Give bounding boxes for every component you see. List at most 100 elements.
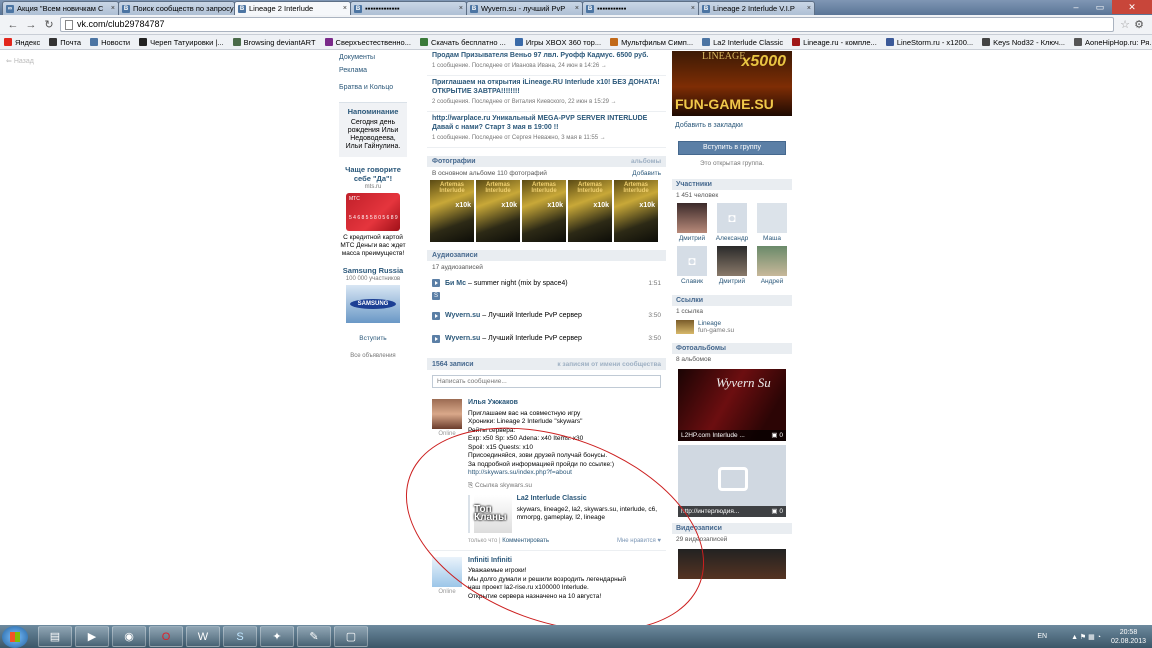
post-time-text[interactable]: только что xyxy=(468,538,497,544)
link-title[interactable]: Lineage xyxy=(698,320,721,327)
ad-title[interactable]: Чаще говорите себе "Да"! xyxy=(339,165,407,183)
comment-link[interactable]: Комментировать xyxy=(502,538,549,544)
forward-arrow-icon[interactable]: → xyxy=(24,18,38,32)
documents-link[interactable]: Документы xyxy=(339,51,407,64)
discussion-topic[interactable]: Продам Призывателя Веньо 97 лвл. Руофф К… xyxy=(427,51,666,76)
post-avatar[interactable]: Online xyxy=(432,556,462,602)
tab-1[interactable]: BПоиск сообществ по запросу× xyxy=(118,1,235,15)
bratva-link[interactable]: Братва и Кольцо xyxy=(339,81,407,94)
bookmark-item[interactable]: AoneHipHop.ru: Ря... xyxy=(1074,38,1152,47)
discussion-topic[interactable]: http://warplace.ru Уникальный MEGA-PVP S… xyxy=(427,112,666,148)
photos-header[interactable]: Фотографии альбомы xyxy=(427,156,666,167)
share-link[interactable]: ⎘ Ссылка skywars.su xyxy=(468,482,661,491)
post-author[interactable]: Илья Ужжаков xyxy=(468,399,661,408)
url-input[interactable]: vk.com/club29784787 xyxy=(60,17,1114,32)
ad-samsung[interactable]: Samsung Russia 100 000 участников SAMSUN… xyxy=(339,266,407,343)
back-link[interactable]: ⇐ Назад xyxy=(6,57,34,65)
avatar[interactable] xyxy=(717,246,747,276)
close-tab-icon[interactable]: × xyxy=(457,5,463,12)
avatar[interactable] xyxy=(677,203,707,233)
member-name[interactable]: Александр xyxy=(712,235,752,242)
avatar[interactable] xyxy=(432,399,462,429)
join-ad-link[interactable]: Вступить xyxy=(339,335,407,343)
video-thumbnail[interactable] xyxy=(678,549,786,579)
credit-card-image[interactable]: МТС 5 4 6 8 5 5 8 0 5 6 8 9 xyxy=(346,193,400,231)
topic-title[interactable]: Продам Призывателя Веньо 97 лвл. Руофф К… xyxy=(432,51,661,60)
close-tab-icon[interactable]: × xyxy=(341,5,347,12)
member[interactable]: Маша xyxy=(752,203,792,242)
chrome-icon[interactable]: ◉ xyxy=(112,626,146,647)
reminder-text[interactable]: Сегодня день рождения Ильи Недоводеева, … xyxy=(341,119,405,151)
tab-5[interactable]: B ▪▪▪▪▪▪▪▪▪▪▪ × xyxy=(582,1,699,15)
track-artist[interactable]: Би Mc xyxy=(445,280,466,287)
bookmark-item[interactable]: Почта xyxy=(49,38,81,47)
play-icon[interactable] xyxy=(432,334,440,343)
member-name[interactable]: Дмитрий xyxy=(672,235,712,242)
add-bookmark-link[interactable]: Добавить в закладки xyxy=(672,116,792,135)
member-name[interactable]: Маша xyxy=(752,235,792,242)
member-name[interactable]: Славик xyxy=(672,278,712,285)
photo-thumb[interactable]: Artemas Interlude x10k xyxy=(476,180,520,242)
group-banner[interactable]: LINEAGE x5000 FUN-GAME.SU xyxy=(672,51,792,116)
skype-icon[interactable]: S xyxy=(223,626,257,647)
topic-title[interactable]: Приглашаем на открытия iLineage.RU Inter… xyxy=(432,78,661,96)
like-button[interactable]: Мне нравится ♥ xyxy=(617,537,661,546)
wall-post-input[interactable]: Написать сообщение... xyxy=(432,375,661,388)
bookmark-item[interactable]: Мультфильм Симп... xyxy=(610,38,693,47)
members-count[interactable]: 1 451 человек xyxy=(672,190,792,201)
vk-dog-avatar[interactable] xyxy=(757,203,787,233)
track-artist[interactable]: Wyvern.su xyxy=(445,312,480,319)
member[interactable]: Славик xyxy=(672,246,712,285)
audio-header[interactable]: Аудиозаписи xyxy=(427,250,666,261)
bookmark-star-icon[interactable]: ☆ xyxy=(1118,18,1132,31)
videos-title[interactable]: Видеозаписи xyxy=(672,523,792,534)
videos-count[interactable]: 29 видеозаписей xyxy=(672,534,792,545)
topic-title[interactable]: http://warplace.ru Уникальный MEGA-PVP S… xyxy=(432,114,661,132)
link-text[interactable]: Lineage fun-game.su xyxy=(698,320,734,334)
opera-icon[interactable]: O xyxy=(149,626,183,647)
audio-title[interactable]: Аудиозаписи xyxy=(432,252,478,259)
tab-2[interactable]: B Lineage 2 Interlude × xyxy=(234,1,351,15)
word-icon[interactable]: W xyxy=(186,626,220,647)
wrench-icon[interactable]: ⚙ xyxy=(1132,18,1146,31)
bookmark-item[interactable]: Игры XBOX 360 тор... xyxy=(514,38,601,47)
attachment-thumbnail[interactable]: Топ Кланы xyxy=(474,495,512,533)
member[interactable]: Андрей xyxy=(752,246,792,285)
start-button[interactable] xyxy=(2,625,28,648)
photo-thumb[interactable]: Artemas Interlude x10k xyxy=(614,180,658,242)
albums-count[interactable]: 8 альбомов xyxy=(672,354,792,365)
language-indicator[interactable]: EN xyxy=(1037,633,1047,640)
album-cover[interactable]: Wyvern Su L2HP.com Interlude ... ▣ 0 xyxy=(678,369,786,441)
clock[interactable]: 20:58 02.08.2013 xyxy=(1111,628,1146,646)
paint-icon[interactable]: ✎ xyxy=(297,626,331,647)
avatar[interactable] xyxy=(432,556,462,587)
bookmark-item[interactable]: Череп Татуировки |... xyxy=(139,38,224,47)
photo-thumb[interactable]: Artemas Interlude x10k xyxy=(568,180,612,242)
add-photo-link[interactable]: Добавить xyxy=(632,170,661,177)
link-thumbnail[interactable] xyxy=(676,320,694,334)
track-name[interactable]: Wyvern.su – Лучший Interlude PvP сервер xyxy=(445,335,648,342)
track-name[interactable]: Би Mc – summer night (mix by space4) xyxy=(445,280,648,287)
bookmark-item[interactable]: Сверхъестественно... xyxy=(324,38,411,47)
all-ads-link[interactable]: Все объявления xyxy=(339,353,407,359)
folder-icon[interactable]: ▤ xyxy=(38,626,72,647)
tab-0[interactable]: ∞ Акция "Всем новичкам С × xyxy=(2,1,119,15)
links-count[interactable]: 1 ссылка xyxy=(672,306,792,317)
bookmark-item[interactable]: Browsing deviantART xyxy=(232,38,316,47)
albums-title[interactable]: Фотоальбомы xyxy=(672,343,792,354)
camera-icon[interactable] xyxy=(677,246,707,276)
ad-title[interactable]: Samsung Russia xyxy=(339,266,407,275)
close-tab-icon[interactable]: × xyxy=(689,5,695,12)
discussion-topic[interactable]: Приглашаем на открытия iLineage.RU Inter… xyxy=(427,76,666,112)
track-artist[interactable]: Wyvern.su xyxy=(445,335,480,342)
ads-link[interactable]: Реклама xyxy=(339,64,407,77)
post-author[interactable]: Infiniti Infiniti xyxy=(468,557,661,566)
ad-mts[interactable]: Чаще говорите себе "Да"! mts.ru МТС 5 4 6… xyxy=(339,165,407,258)
community-posts-link[interactable]: к записям от имени сообщества xyxy=(557,361,661,368)
post-url[interactable]: http://skywars.su/index.php?f=about xyxy=(468,469,661,478)
bookmark-item[interactable]: Lineage.ru - компле... xyxy=(792,38,877,47)
link-item[interactable]: Lineage fun-game.su xyxy=(672,317,792,337)
member-name[interactable]: Андрей xyxy=(752,278,792,285)
photo-thumb[interactable]: Artemas Interlude x10k xyxy=(430,180,474,242)
album-cover[interactable]: http://интерлюдия... ▣ 0 xyxy=(678,445,786,517)
